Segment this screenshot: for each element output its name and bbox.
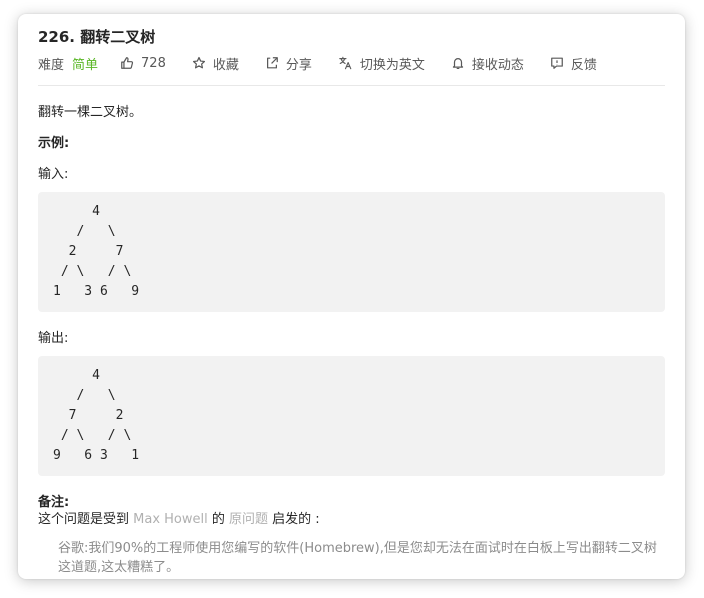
collect-label: 收藏 [212, 57, 239, 73]
thumbs-up-icon [121, 57, 134, 69]
input-tree-block: 4 / \ 2 7 / \ / \ 1 3 6 9 [38, 192, 665, 312]
difficulty-value: 简单 [72, 57, 99, 73]
note-suffix: 启发的 : [268, 512, 320, 527]
note-text: 这个问题是受到 Max Howell 的 原问题 启发的 : [38, 508, 320, 527]
feedback-label: 反馈 [570, 57, 597, 73]
author-link[interactable]: Max Howell [133, 512, 208, 527]
output-tree-block: 4 / \ 7 2 / \ / \ 9 6 3 1 [38, 356, 665, 476]
follow-label: 接收动态 [471, 57, 524, 73]
original-problem-link[interactable]: 原问题 [229, 512, 268, 527]
share-button[interactable]: 分享 [265, 54, 312, 73]
like-button[interactable]: 728 [120, 56, 166, 71]
problem-title: 226. 翻转二叉树 [38, 28, 156, 46]
bell-icon [452, 58, 464, 70]
input-label: 输入: [38, 167, 69, 182]
feedback-button[interactable]: 反馈 [550, 54, 597, 73]
switch-language-button[interactable]: 切换为英文 [338, 54, 425, 73]
problem-panel: 226. 翻转二叉树 难度 简单 728 收藏 分享 切换为英文 接收动态 反馈… [18, 14, 685, 579]
star-icon [192, 56, 205, 69]
problem-description: 翻转一棵二叉树。 [38, 105, 143, 120]
example-heading: 示例: [38, 136, 70, 151]
note-prefix: 这个问题是受到 [38, 512, 134, 527]
like-count: 728 [141, 55, 166, 71]
difficulty-label: 难度 [38, 57, 65, 73]
share-icon [266, 57, 278, 69]
follow-button[interactable]: 接收动态 [451, 54, 524, 73]
switch-language-label: 切换为英文 [359, 57, 425, 73]
problem-meta-bar: 难度 简单 728 收藏 分享 切换为英文 接收动态 反馈 [38, 54, 623, 73]
feedback-icon [551, 57, 563, 69]
collect-button[interactable]: 收藏 [192, 54, 239, 73]
share-label: 分享 [285, 57, 312, 73]
output-label: 输出: [38, 331, 69, 346]
note-middle: 的 [207, 512, 229, 527]
header-divider [38, 85, 665, 86]
translate-icon [339, 56, 352, 70]
quote-block: 谷歌:我们90%的工程师使用您编写的软件(Homebrew),但是您却无法在面试… [58, 541, 657, 575]
